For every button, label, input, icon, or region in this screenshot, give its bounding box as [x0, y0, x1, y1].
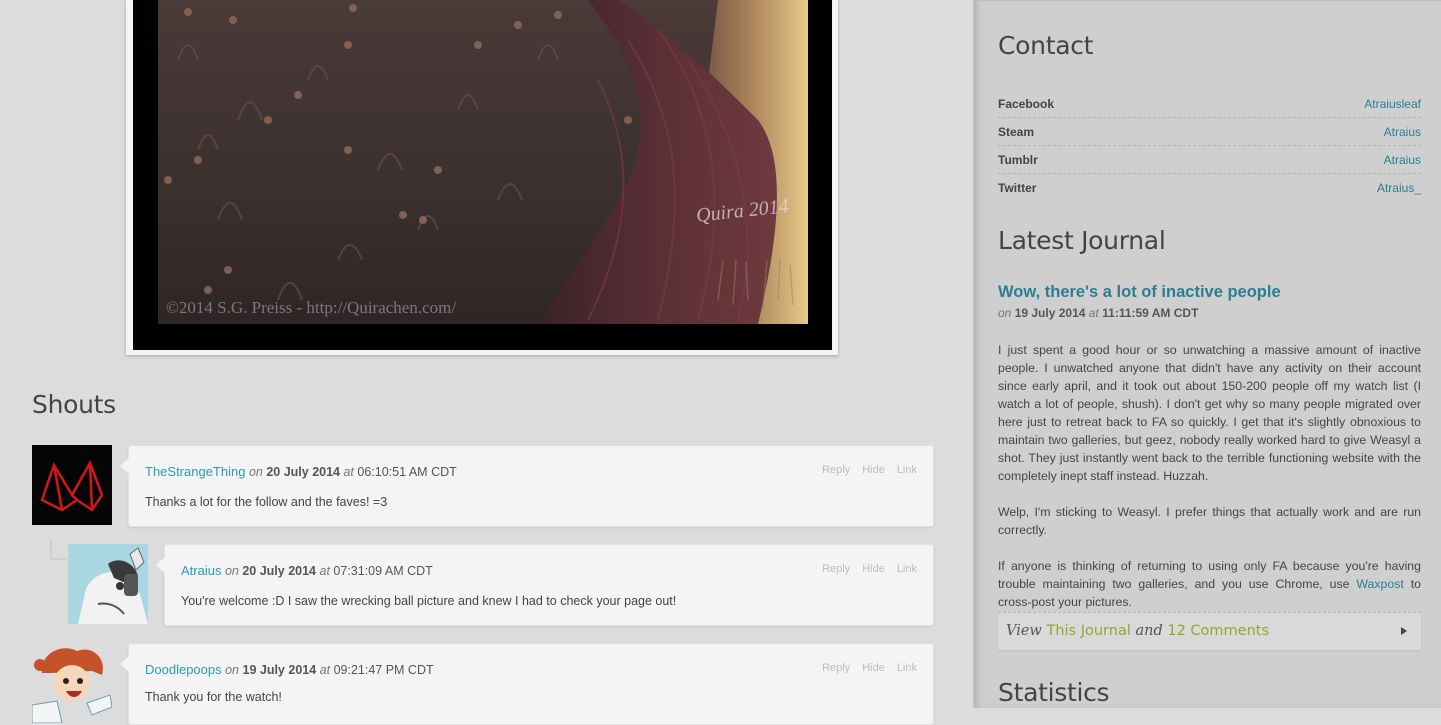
- artwork-border: Quira 2014 ©2014 S.G. Preiss - http://Qu…: [133, 0, 832, 350]
- shout-meta: TheStrangeThing on 20 July 2014 at 06:10…: [145, 464, 457, 479]
- shout-username-link[interactable]: TheStrangeThing: [145, 464, 245, 479]
- shout-actions: Reply Hide Link: [810, 464, 917, 476]
- shout-username-link[interactable]: Atraius: [181, 563, 221, 578]
- latest-journal-heading: Latest Journal: [998, 226, 1166, 255]
- contact-row-facebook: Facebook Atraiusleaf: [998, 90, 1421, 118]
- shouts-heading: Shouts: [32, 390, 116, 419]
- hide-link[interactable]: Hide: [862, 464, 885, 476]
- journal-paragraph: I just spent a good hour or so unwatchin…: [998, 343, 1421, 483]
- cartoon-girl-avatar-icon: [32, 648, 112, 723]
- contact-row-twitter: Twitter Atraius_: [998, 174, 1421, 201]
- permalink-link[interactable]: Link: [897, 464, 917, 476]
- contact-heading: Contact: [998, 31, 1094, 60]
- journal-date: on 19 July 2014 at 11:11:59 AM CDT: [998, 306, 1199, 320]
- submission-artwork-image[interactable]: Quira 2014 ©2014 S.G. Preiss - http://Qu…: [158, 0, 808, 324]
- shout-bubble: Atraius on 20 July 2014 at 07:31:09 AM C…: [156, 544, 934, 626]
- reply-link[interactable]: Reply: [822, 563, 850, 575]
- contact-label: Twitter: [998, 180, 1037, 195]
- shout-username-link[interactable]: Doodlepoops: [145, 662, 222, 677]
- shout-time: 06:10:51 AM CDT: [357, 465, 457, 479]
- shout-avatar[interactable]: [68, 544, 148, 624]
- permalink-link[interactable]: Link: [897, 563, 917, 575]
- contact-label: Facebook: [998, 96, 1055, 111]
- hide-link[interactable]: Hide: [862, 563, 885, 575]
- shout-message: You're welcome :D I saw the wrecking bal…: [181, 594, 677, 608]
- shout-avatar[interactable]: [32, 643, 112, 723]
- shout-time: 07:31:09 AM CDT: [333, 564, 433, 578]
- shout-date: 20 July 2014: [266, 465, 340, 479]
- artwork-painting: [158, 0, 808, 324]
- waxpost-link[interactable]: Waxpost: [1356, 577, 1403, 591]
- shout-date: 20 July 2014: [242, 564, 317, 578]
- contact-link[interactable]: Atraiusleaf: [1364, 97, 1421, 111]
- contact-row-steam: Steam Atraius: [998, 118, 1421, 146]
- shout-time: 09:21:47 PM CDT: [333, 663, 434, 677]
- submission-artwork-frame: Quira 2014 ©2014 S.G. Preiss - http://Qu…: [126, 0, 838, 355]
- hide-link[interactable]: Hide: [862, 662, 885, 674]
- shout-message: Thank you for the watch!: [145, 690, 282, 704]
- contact-row-tumblr: Tumblr Atraius: [998, 146, 1421, 174]
- journal-title-link[interactable]: Wow, there's a lot of inactive people: [998, 283, 1281, 302]
- contact-link[interactable]: Atraius: [1384, 125, 1421, 139]
- contact-label: Tumblr: [998, 152, 1038, 167]
- contact-link[interactable]: Atraius: [1384, 153, 1421, 167]
- statistics-heading: Statistics: [998, 678, 1110, 707]
- shout-meta: Doodlepoops on 19 July 2014 at 09:21:47 …: [145, 662, 434, 677]
- shout-actions: Reply Hide Link: [810, 563, 917, 575]
- chevron-right-icon: [1401, 627, 1407, 635]
- comments-link[interactable]: 12 Comments: [1167, 623, 1269, 639]
- journal-paragraph: If anyone is thinking of returning to us…: [998, 559, 1421, 609]
- this-journal-link[interactable]: This Journal: [1046, 623, 1130, 639]
- contact-link[interactable]: Atraius_: [1377, 181, 1421, 195]
- red-wire-shape-avatar-icon: [32, 445, 112, 525]
- shout-bubble: TheStrangeThing on 20 July 2014 at 06:10…: [120, 445, 934, 527]
- artwork-watermark: ©2014 S.G. Preiss - http://Quirachen.com…: [166, 298, 457, 317]
- shout-message: Thanks a lot for the follow and the fave…: [145, 495, 388, 509]
- view-journal-text: View This Journal and 12 Comments: [1006, 623, 1269, 639]
- view-journal-bar[interactable]: View This Journal and 12 Comments: [998, 612, 1421, 650]
- reply-link[interactable]: Reply: [822, 464, 850, 476]
- sidebar: Contact Facebook Atraiusleaf Steam Atrai…: [973, 0, 1441, 708]
- shout-bubble: Doodlepoops on 19 July 2014 at 09:21:47 …: [120, 643, 934, 725]
- contact-list: Facebook Atraiusleaf Steam Atraius Tumbl…: [998, 90, 1421, 201]
- main-content: Quira 2014 ©2014 S.G. Preiss - http://Qu…: [0, 0, 973, 725]
- permalink-link[interactable]: Link: [897, 662, 917, 674]
- journal-paragraph: Welp, I'm sticking to Weasyl. I prefer t…: [998, 505, 1421, 537]
- contact-label: Steam: [998, 124, 1035, 139]
- reply-thread-connector: [50, 540, 66, 560]
- shout-date: 19 July 2014: [242, 663, 317, 677]
- shout-actions: Reply Hide Link: [810, 662, 917, 674]
- reply-link[interactable]: Reply: [822, 662, 850, 674]
- shout-avatar[interactable]: [32, 445, 112, 525]
- shout-meta: Atraius on 20 July 2014 at 07:31:09 AM C…: [181, 563, 433, 578]
- journal-body: I just spent a good hour or so unwatchin…: [998, 341, 1421, 629]
- husky-character-avatar-icon: [68, 544, 148, 624]
